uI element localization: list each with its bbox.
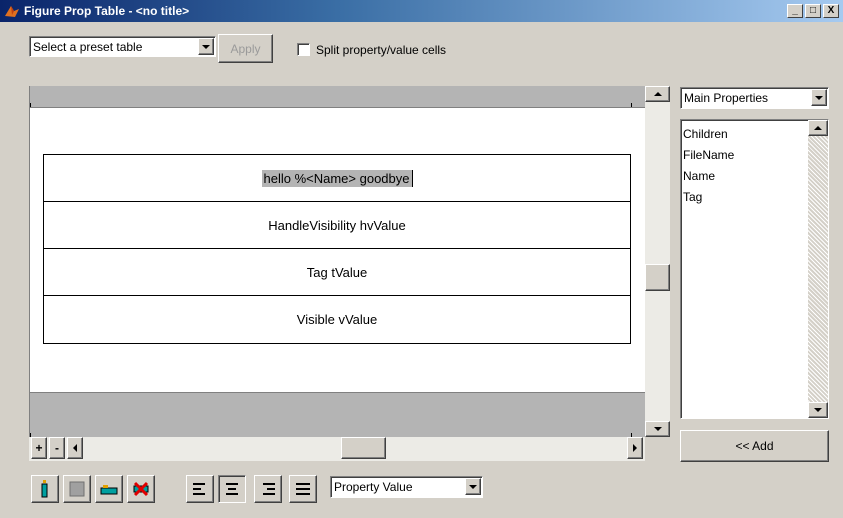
- top-margin-band: [30, 86, 646, 108]
- vertical-scroll-thumb[interactable]: [645, 264, 670, 291]
- align-right-icon: [261, 483, 275, 495]
- align-left-icon: [193, 483, 207, 495]
- table-canvas[interactable]: hello %<Name> goodbye HandleVisibility h…: [29, 86, 646, 437]
- arrow-down-icon: [814, 408, 822, 416]
- scroll-right-button[interactable]: [627, 437, 643, 459]
- delete-icon: [133, 481, 149, 497]
- close-button[interactable]: X: [823, 4, 839, 18]
- properties-list[interactable]: Children FileName Name Tag: [680, 119, 829, 419]
- scroll-up-button[interactable]: [645, 86, 670, 102]
- horizontal-scroll-thumb[interactable]: [341, 437, 386, 459]
- arrow-right-icon: [633, 444, 641, 452]
- insert-column-button[interactable]: [31, 475, 59, 503]
- arrow-down-icon: [653, 427, 662, 435]
- arrow-up-icon: [653, 88, 662, 96]
- chevron-down-icon[interactable]: [198, 38, 214, 55]
- list-item[interactable]: FileName: [681, 145, 734, 166]
- chevron-down-icon[interactable]: [811, 89, 827, 106]
- list-item[interactable]: Children: [681, 124, 734, 145]
- scroll-left-button[interactable]: [67, 437, 83, 459]
- properties-category-select[interactable]: Main Properties: [680, 87, 829, 109]
- gray-cell-button[interactable]: [63, 475, 91, 503]
- delete-button[interactable]: [127, 475, 155, 503]
- matlab-icon: [5, 6, 19, 17]
- gray-cell-icon: [69, 481, 85, 497]
- preset-table-select[interactable]: Select a preset table: [29, 36, 216, 57]
- align-justify-button[interactable]: [289, 475, 317, 503]
- horizontal-scrollbar[interactable]: + -: [29, 437, 645, 461]
- frame-button[interactable]: [95, 475, 123, 503]
- list-scroll-up-button[interactable]: [808, 120, 828, 136]
- bottom-margin-band: [30, 392, 646, 437]
- align-center-button[interactable]: [218, 475, 246, 503]
- table-row[interactable]: HandleVisibility hvValue: [44, 202, 630, 249]
- align-left-button[interactable]: [186, 475, 214, 503]
- align-center-icon: [225, 483, 239, 495]
- table-row[interactable]: hello %<Name> goodbye: [44, 155, 630, 202]
- apply-button[interactable]: Apply: [218, 34, 273, 63]
- minimize-button[interactable]: _: [787, 4, 803, 18]
- chevron-down-icon[interactable]: [465, 478, 481, 495]
- table-row[interactable]: Tag tValue: [44, 249, 630, 296]
- list-item[interactable]: Name: [681, 166, 734, 187]
- frame-icon: [100, 485, 118, 495]
- table-cell-text[interactable]: Tag tValue: [307, 265, 367, 280]
- window-title: Figure Prop Table - <no title>: [24, 4, 190, 18]
- table-cell-text[interactable]: hello %<Name> goodbye: [261, 169, 413, 187]
- split-cells-checkbox[interactable]: [297, 43, 310, 56]
- table-cell-text[interactable]: HandleVisibility hvValue: [268, 218, 406, 233]
- list-scrollbar[interactable]: [808, 120, 828, 418]
- property-table: hello %<Name> goodbye HandleVisibility h…: [43, 154, 631, 344]
- split-cells-label: Split property/value cells: [316, 43, 447, 57]
- cell-format-select[interactable]: Property Value: [330, 476, 483, 498]
- preset-select-value: Select a preset table: [33, 39, 143, 54]
- table-row[interactable]: Visible vValue: [44, 296, 630, 343]
- align-justify-icon: [296, 483, 310, 495]
- maximize-button[interactable]: □: [805, 4, 821, 18]
- title-bar[interactable]: Figure Prop Table - <no title> _ □ X: [0, 0, 843, 22]
- cell-format-value: Property Value: [334, 480, 413, 494]
- arrow-left-icon: [69, 444, 77, 452]
- list-scroll-down-button[interactable]: [808, 402, 828, 418]
- add-row-button[interactable]: +: [31, 437, 47, 459]
- add-property-button[interactable]: << Add: [680, 430, 829, 462]
- scroll-down-button[interactable]: [645, 421, 670, 437]
- arrow-up-icon: [814, 122, 822, 130]
- remove-row-button[interactable]: -: [49, 437, 65, 459]
- align-right-button[interactable]: [254, 475, 282, 503]
- insert-column-icon: [41, 480, 48, 498]
- table-cell-text[interactable]: Visible vValue: [297, 312, 377, 327]
- properties-select-value: Main Properties: [684, 91, 769, 105]
- list-item[interactable]: Tag: [681, 187, 734, 208]
- vertical-scrollbar[interactable]: [645, 86, 670, 437]
